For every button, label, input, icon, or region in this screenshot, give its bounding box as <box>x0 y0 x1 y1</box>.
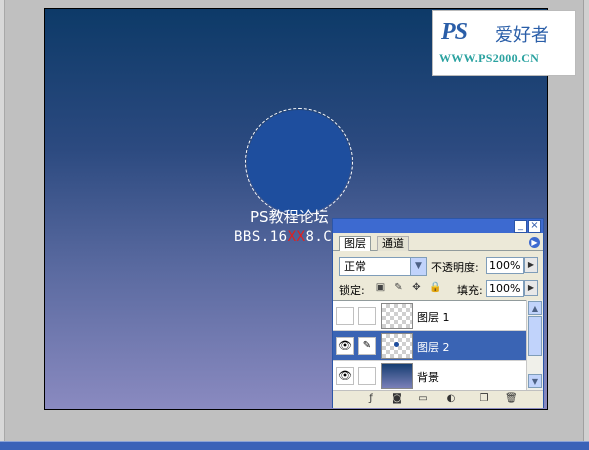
watermark-title: PS教程论坛 <box>250 208 329 226</box>
fill-slider-arrow-icon[interactable]: ▶ <box>524 280 538 296</box>
panel-titlebar[interactable]: _ × <box>333 219 543 233</box>
watermark-url-prefix: BBS.16 <box>234 229 288 245</box>
elliptical-selection-marquee[interactable] <box>245 108 353 216</box>
fill-input[interactable]: 100% <box>486 280 524 297</box>
opacity-slider-arrow-icon[interactable]: ▶ <box>524 257 538 273</box>
add-mask-icon[interactable]: ◙ <box>391 393 403 405</box>
workspace-left-border <box>0 0 5 449</box>
layers-list: 图层 1 👁 ✎ 图层 2 👁 背景 <box>333 300 526 391</box>
brush-icon[interactable]: ✎ <box>358 337 376 355</box>
logo-url-text: WWW.PS2000.CN <box>439 51 540 65</box>
workspace-right-border <box>583 0 589 449</box>
scrollbar-thumb[interactable] <box>528 316 542 356</box>
logo-cn-text: 爱好者 <box>495 25 549 46</box>
visibility-toggle-empty[interactable] <box>336 307 354 325</box>
blend-mode-select[interactable]: 正常 ▼ <box>339 257 427 276</box>
site-logo: PS 爱好者 WWW.PS2000.CN <box>432 10 576 76</box>
thumbnail-circle-dot <box>394 342 399 347</box>
tab-layers[interactable]: 图层 <box>339 236 371 251</box>
new-layer-icon[interactable]: ❐ <box>478 393 490 405</box>
lock-label: 锁定: <box>339 284 365 297</box>
layer-name: 背景 <box>417 371 439 384</box>
minimize-icon[interactable]: _ <box>514 220 527 233</box>
layer-row-layer-1[interactable]: 图层 1 <box>333 301 526 331</box>
chevron-down-icon[interactable]: ▼ <box>410 258 426 275</box>
eye-icon[interactable]: 👁 <box>336 337 354 355</box>
layers-panel: _ × 图层 通道 ▶ 正常 ▼ 不透明度: 100% ▶ 锁定: ▣ ✎ ✥ … <box>332 218 544 408</box>
scroll-down-icon[interactable]: ▼ <box>528 374 542 388</box>
fill-label: 填充: <box>457 284 483 297</box>
adjustment-layer-icon[interactable]: ◐ <box>445 393 457 405</box>
layer-thumbnail-gradient <box>381 363 413 389</box>
layer-link-box[interactable] <box>358 367 376 385</box>
panel-tabs: 图层 通道 ▶ <box>333 234 543 251</box>
opacity-input[interactable]: 100% <box>486 257 524 274</box>
layers-scrollbar[interactable]: ▲ ▼ <box>526 300 543 390</box>
new-group-folder-icon[interactable]: ▭ <box>417 393 429 405</box>
panel-menu-arrow-icon[interactable]: ▶ <box>529 237 540 248</box>
layer-link-box[interactable] <box>358 307 376 325</box>
watermark-url-red: XX <box>287 229 306 245</box>
trash-icon[interactable]: 🗑 <box>505 393 518 405</box>
scroll-up-icon[interactable]: ▲ <box>528 301 542 315</box>
lock-position-move-icon[interactable]: ✥ <box>411 282 422 293</box>
lock-image-brush-icon[interactable]: ✎ <box>393 282 404 293</box>
layer-thumbnail-transparent <box>381 303 413 329</box>
close-icon[interactable]: × <box>528 220 541 233</box>
layer-name: 图层 2 <box>417 341 450 354</box>
eye-icon[interactable]: 👁 <box>336 367 354 385</box>
tab-channels[interactable]: 通道 <box>377 236 409 251</box>
layer-style-icon[interactable]: ƒ <box>365 393 377 405</box>
layer-name: 图层 1 <box>417 311 450 324</box>
panel-footer-toolbar: ƒ ◙ ▭ ◐ ❐ 🗑 <box>333 390 543 408</box>
logo-ps-text: PS <box>441 19 468 45</box>
opacity-label: 不透明度: <box>431 261 479 274</box>
layer-row-layer-2[interactable]: 👁 ✎ 图层 2 <box>333 331 526 361</box>
lock-all-padlock-icon[interactable]: 🔒 <box>429 282 441 293</box>
layer-row-background[interactable]: 👁 背景 <box>333 361 526 391</box>
layer-thumbnail-circle <box>381 333 413 359</box>
blend-mode-value: 正常 <box>344 260 366 273</box>
lock-transparency-icon[interactable]: ▣ <box>375 282 386 293</box>
